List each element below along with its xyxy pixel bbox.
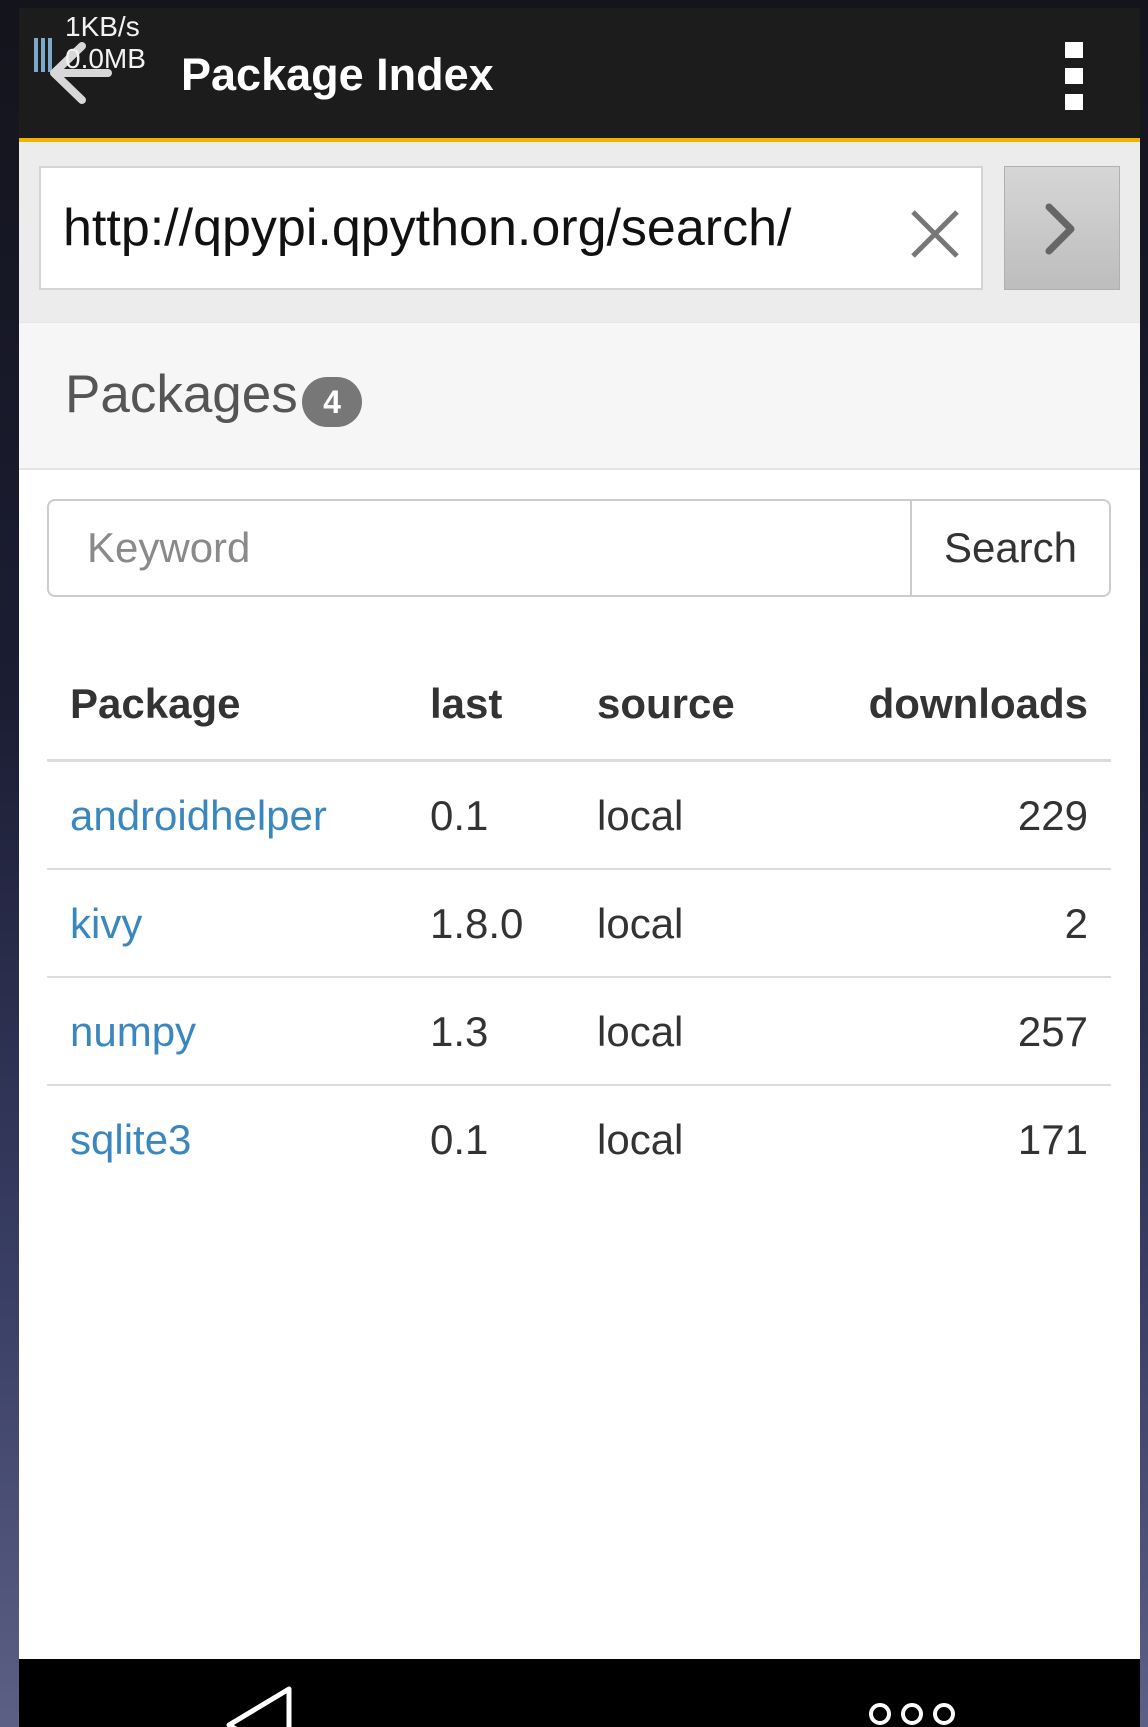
page-title: Package Index [181, 49, 494, 100]
go-button[interactable] [1004, 166, 1120, 290]
package-link-androidhelper[interactable]: androidhelper [70, 762, 327, 870]
package-link-kivy[interactable]: kivy [70, 870, 142, 978]
action-bar: 1KB/s 0.0MB Package Index [19, 8, 1140, 142]
url-text[interactable]: http://qpypi.qpython.org/search/ [63, 196, 791, 260]
package-version: 1.3 [430, 1008, 489, 1055]
package-source: local [597, 792, 684, 839]
header-source: source [597, 680, 735, 727]
packages-panel-heading: Packages 4 [19, 322, 1140, 470]
package-version: 0.1 [430, 792, 489, 839]
url-bar: http://qpypi.qpython.org/search/ [19, 142, 1140, 322]
package-source: local [597, 900, 684, 947]
package-downloads: 257 [1017, 1008, 1088, 1055]
url-field[interactable]: http://qpypi.qpython.org/search/ [39, 166, 983, 290]
package-link-sqlite3[interactable]: sqlite3 [70, 1086, 191, 1194]
package-source: local [597, 1116, 684, 1163]
system-nav-bar [19, 1659, 1140, 1727]
package-downloads: 2 [1064, 900, 1088, 947]
packages-table: Package last source downloads androidhel… [47, 654, 1111, 1194]
net-speed: 1KB/s [65, 11, 140, 42]
nav-recent-icon[interactable] [869, 1703, 989, 1727]
data-used: 0.0MB [65, 43, 146, 74]
table-row: numpy 1.3 local 257 [47, 978, 1111, 1086]
keyword-input[interactable] [49, 501, 910, 595]
packages-title: Packages [65, 365, 298, 424]
search-form: Search [47, 499, 1111, 597]
network-indicator: 1KB/s 0.0MB [65, 12, 146, 76]
table-header: Package last source downloads [47, 654, 1111, 762]
package-link-numpy[interactable]: numpy [70, 978, 196, 1086]
chevron-right-icon [1045, 203, 1075, 255]
package-version: 1.8.0 [430, 900, 524, 947]
header-downloads: downloads [868, 680, 1088, 727]
header-package: Package [70, 680, 241, 727]
nav-back-icon[interactable] [219, 1685, 299, 1727]
phone-screen: 1KB/s 0.0MB Package Index http://qpypi.q… [19, 8, 1140, 1727]
overflow-menu-icon[interactable] [1061, 42, 1087, 114]
table-row: sqlite3 0.1 local 171 [47, 1086, 1111, 1194]
header-last: last [430, 680, 503, 727]
clear-icon[interactable] [903, 202, 967, 266]
package-version: 0.1 [430, 1116, 489, 1163]
package-downloads: 229 [1017, 792, 1088, 839]
table-row: androidhelper 0.1 local 229 [47, 762, 1111, 870]
search-button[interactable]: Search [910, 501, 1109, 595]
package-downloads: 171 [1017, 1116, 1088, 1163]
package-source: local [597, 1008, 684, 1055]
table-row: kivy 1.8.0 local 2 [47, 870, 1111, 978]
packages-count-badge: 4 [302, 377, 362, 427]
